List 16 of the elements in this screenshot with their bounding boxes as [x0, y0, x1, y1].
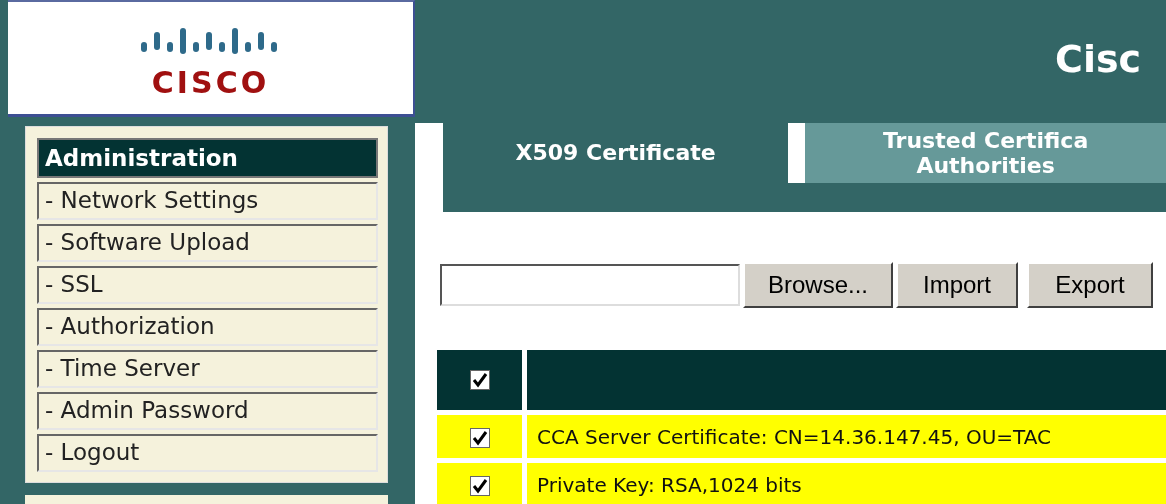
sidebar-item[interactable]: - Time Server — [37, 350, 378, 388]
sidebar-heading: Administration — [37, 138, 378, 178]
header-title: Cisc — [1055, 36, 1142, 81]
table-cell: Private Key: RSA,1024 bits — [527, 463, 1166, 504]
sidebar-item[interactable]: - Software Upload — [37, 224, 378, 262]
table-cell: CCA Server Certificate: CN=14.36.147.45, OU=TAC — [527, 415, 1166, 458]
tab[interactable]: X509 Certificate — [443, 123, 789, 183]
sidebar-item[interactable]: - Admin Password — [37, 392, 378, 430]
button[interactable]: Browse... — [743, 262, 893, 308]
sidebar-item[interactable]: - Authorization — [37, 308, 378, 346]
sidebar-item[interactable]: - SSL — [37, 266, 378, 304]
logo-text: CISCO — [151, 68, 270, 98]
button[interactable]: Export — [1027, 262, 1153, 308]
sidebar-item[interactable]: - Logout — [37, 434, 378, 472]
button[interactable]: Import — [896, 262, 1018, 308]
sidebar-item[interactable]: - Network Settings — [37, 182, 378, 220]
